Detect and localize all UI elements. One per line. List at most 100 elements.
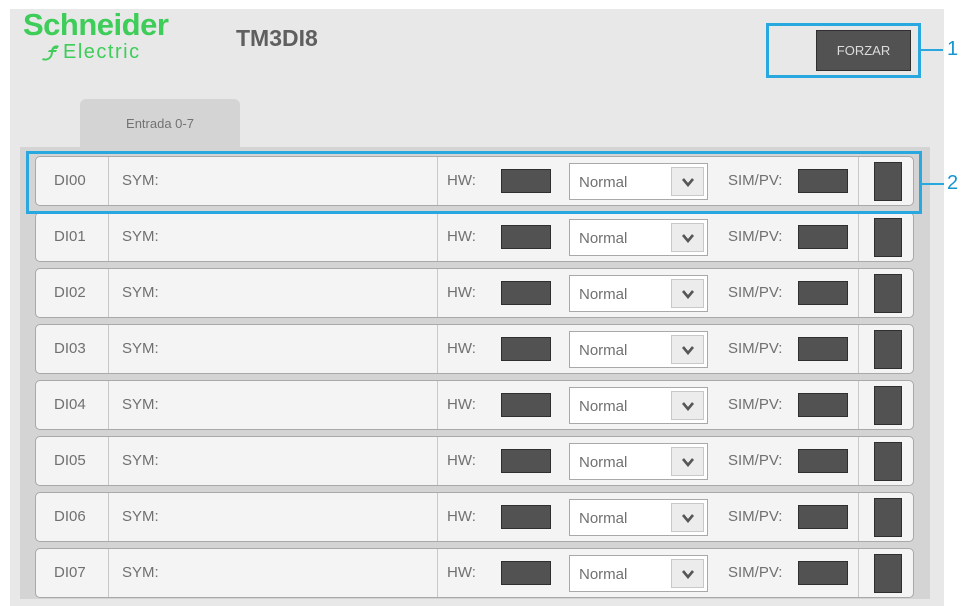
sim-pv-value-field[interactable] — [798, 449, 848, 473]
column-divider — [437, 437, 438, 485]
column-divider — [858, 325, 859, 373]
table-row: DI02 SYM: HW: Normal SIM/PV: — [35, 268, 914, 318]
sim-pv-value-field[interactable] — [798, 281, 848, 305]
callout-line-row — [922, 183, 944, 185]
hw-state-indicator — [501, 337, 551, 361]
force-toggle[interactable] — [874, 554, 902, 593]
sim-pv-value-field[interactable] — [798, 505, 848, 529]
chevron-down-icon[interactable] — [671, 335, 704, 364]
column-divider — [858, 549, 859, 597]
column-divider — [437, 549, 438, 597]
chevron-down-icon[interactable] — [671, 223, 704, 252]
chevron-down-icon[interactable] — [671, 503, 704, 532]
column-divider — [437, 213, 438, 261]
callout-number-force: 1 — [947, 38, 959, 60]
callout-number-row: 2 — [947, 172, 959, 194]
chevron-down-glyph — [681, 457, 694, 467]
chevron-down-glyph — [681, 401, 694, 411]
hw-label: HW: — [447, 452, 476, 469]
hw-label: HW: — [447, 564, 476, 581]
hw-label: HW: — [447, 508, 476, 525]
mode-select-value: Normal — [579, 230, 628, 247]
symbol-label: SYM: — [122, 340, 159, 357]
mode-select-value: Normal — [579, 398, 628, 415]
column-divider — [108, 549, 109, 597]
tab-entrada-0-7[interactable]: Entrada 0-7 — [80, 99, 240, 148]
chevron-down-glyph — [681, 513, 694, 523]
sim-pv-label: SIM/PV: — [728, 564, 783, 581]
input-id: DI06 — [54, 508, 86, 525]
hw-state-indicator — [501, 449, 551, 473]
callout-box-row — [26, 151, 922, 214]
hw-label: HW: — [447, 284, 476, 301]
chevron-down-icon[interactable] — [671, 391, 704, 420]
schneider-logo-mark-icon — [42, 45, 59, 61]
sim-pv-label: SIM/PV: — [728, 452, 783, 469]
sim-pv-value-field[interactable] — [798, 393, 848, 417]
hw-label: HW: — [447, 396, 476, 413]
hw-label: HW: — [447, 340, 476, 357]
table-row: DI03 SYM: HW: Normal SIM/PV: — [35, 324, 914, 374]
input-id: DI02 — [54, 284, 86, 301]
chevron-down-icon[interactable] — [671, 447, 704, 476]
symbol-label: SYM: — [122, 508, 159, 525]
sim-pv-label: SIM/PV: — [728, 396, 783, 413]
column-divider — [858, 381, 859, 429]
sim-pv-value-field[interactable] — [798, 561, 848, 585]
mode-select[interactable]: Normal — [569, 219, 708, 256]
column-divider — [858, 269, 859, 317]
input-id: DI03 — [54, 340, 86, 357]
logo-wordmark-electric: Electric — [63, 41, 141, 63]
column-divider — [108, 213, 109, 261]
symbol-label: SYM: — [122, 452, 159, 469]
sim-pv-value-field[interactable] — [798, 225, 848, 249]
sim-pv-label: SIM/PV: — [728, 340, 783, 357]
force-toggle[interactable] — [874, 330, 902, 369]
table-row: DI07 SYM: HW: Normal SIM/PV: — [35, 548, 914, 598]
mode-select[interactable]: Normal — [569, 387, 708, 424]
hw-state-indicator — [501, 561, 551, 585]
mode-select[interactable]: Normal — [569, 555, 708, 592]
mode-select[interactable]: Normal — [569, 499, 708, 536]
table-row: DI05 SYM: HW: Normal SIM/PV: — [35, 436, 914, 486]
input-id: DI07 — [54, 564, 86, 581]
symbol-label: SYM: — [122, 284, 159, 301]
chevron-down-glyph — [681, 569, 694, 579]
force-toggle[interactable] — [874, 218, 902, 257]
column-divider — [858, 213, 859, 261]
mode-select-value: Normal — [579, 286, 628, 303]
input-id: DI05 — [54, 452, 86, 469]
column-divider — [108, 325, 109, 373]
symbol-label: SYM: — [122, 396, 159, 413]
module-title: TM3DI8 — [236, 25, 318, 51]
logo-wordmark-schneider: Schneider — [23, 7, 169, 42]
callout-line-force — [921, 49, 943, 51]
hw-state-indicator — [501, 505, 551, 529]
column-divider — [437, 269, 438, 317]
column-divider — [437, 493, 438, 541]
chevron-down-icon[interactable] — [671, 559, 704, 588]
hw-label: HW: — [447, 228, 476, 245]
column-divider — [858, 493, 859, 541]
force-toggle[interactable] — [874, 498, 902, 537]
sim-pv-label: SIM/PV: — [728, 284, 783, 301]
column-divider — [858, 437, 859, 485]
chevron-down-icon[interactable] — [671, 279, 704, 308]
mode-select-value: Normal — [579, 342, 628, 359]
force-toggle[interactable] — [874, 274, 902, 313]
hw-state-indicator — [501, 393, 551, 417]
symbol-label: SYM: — [122, 564, 159, 581]
sim-pv-value-field[interactable] — [798, 337, 848, 361]
column-divider — [108, 269, 109, 317]
hw-state-indicator — [501, 281, 551, 305]
column-divider — [437, 381, 438, 429]
column-divider — [108, 381, 109, 429]
mode-select[interactable]: Normal — [569, 331, 708, 368]
symbol-label: SYM: — [122, 228, 159, 245]
mode-select-value: Normal — [579, 510, 628, 527]
mode-select[interactable]: Normal — [569, 443, 708, 480]
callout-box-force — [766, 23, 921, 78]
force-toggle[interactable] — [874, 442, 902, 481]
mode-select[interactable]: Normal — [569, 275, 708, 312]
force-toggle[interactable] — [874, 386, 902, 425]
